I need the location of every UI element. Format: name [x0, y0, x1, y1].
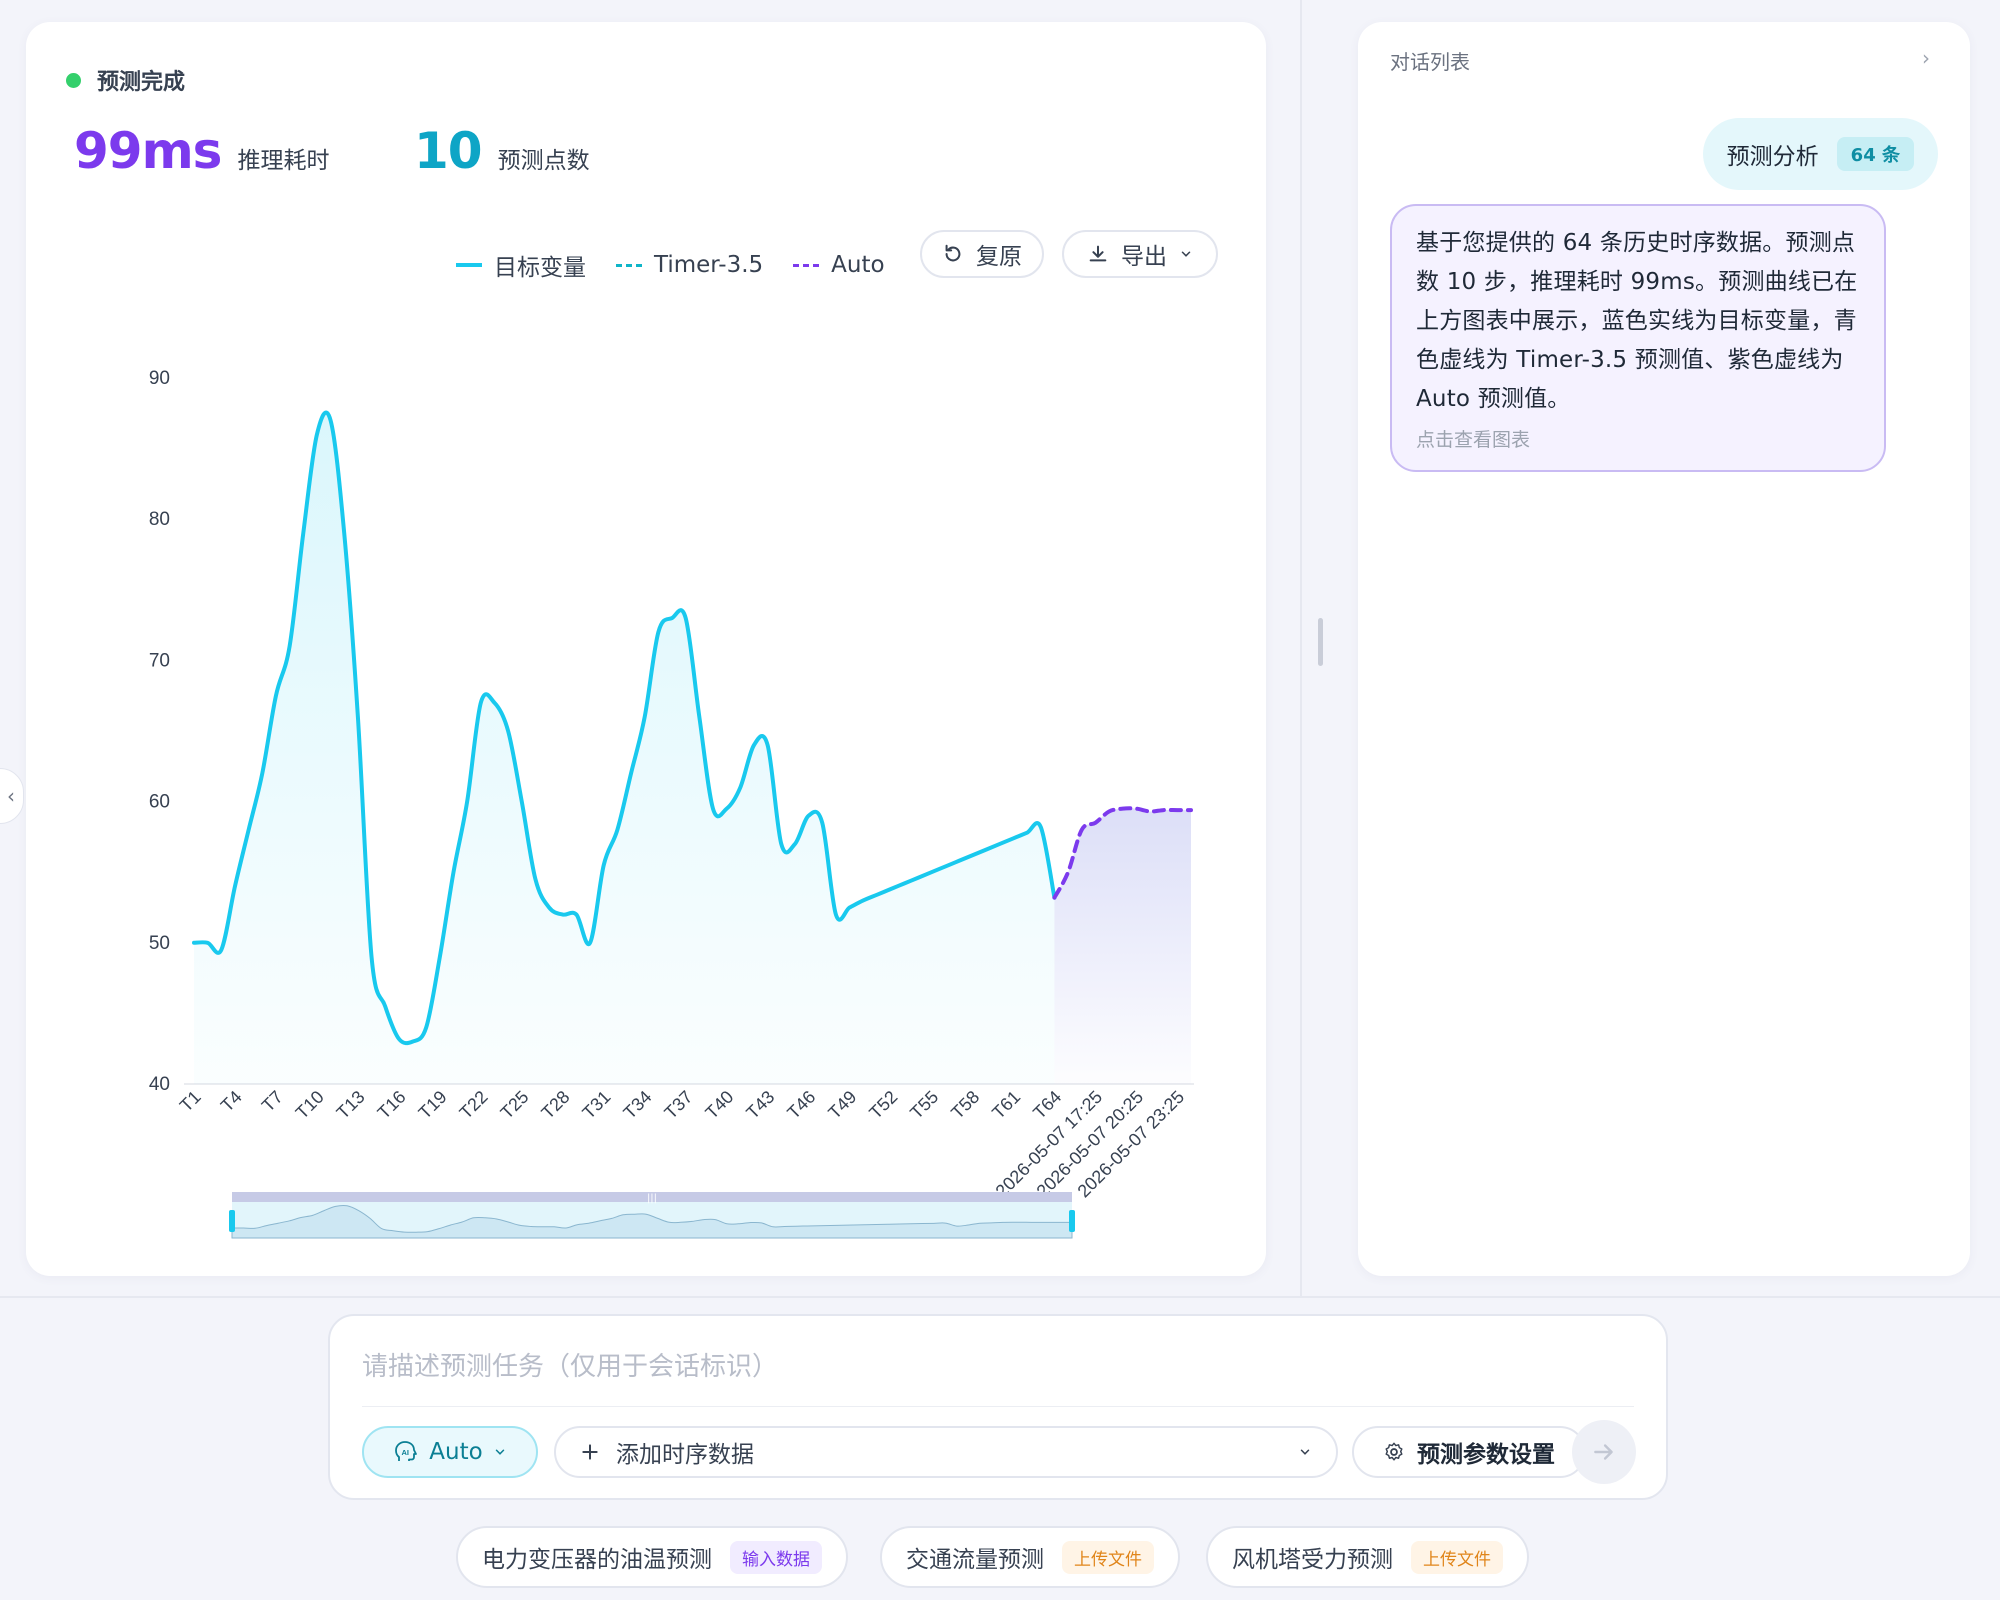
arrow-right-icon [1594, 1444, 1613, 1460]
x-tick-label: T46 [783, 1087, 819, 1123]
slider-handle-left[interactable] [229, 1210, 235, 1232]
conversation-list-title: 对话列表 [1390, 50, 1470, 74]
x-tick-label: T58 [947, 1087, 983, 1123]
x-tick-label: T10 [292, 1087, 328, 1123]
suggestion-chip-traffic[interactable]: 交通流量预测 上传文件 [880, 1526, 1180, 1588]
task-input[interactable]: 请描述预测任务（仅用于会话标识） [362, 1346, 778, 1383]
x-tick-label: T49 [824, 1087, 860, 1123]
x-tick-label: T4 [217, 1087, 246, 1116]
suggestion-tag: 上传文件 [1062, 1540, 1154, 1574]
x-tick-label: T52 [865, 1087, 901, 1123]
x-tick-label: T34 [619, 1087, 655, 1123]
chevron-down-icon [1300, 1449, 1310, 1455]
slider-grip-icon: ||| [647, 1193, 657, 1204]
composer: 请描述预测任务（仅用于会话标识） AI Auto 添加时序数据 预测参数设置 [328, 1314, 1668, 1500]
chevron-left-icon: ‹ [7, 784, 15, 808]
x-tick-label: T31 [578, 1087, 614, 1123]
x-axis: T1 T4 T7 T10 T13 T16 T19 T22 T25 T28 T31 T34 T37 T40 T… [176, 1087, 1188, 1202]
ai-head-icon: AI [395, 1441, 418, 1461]
add-timeseries-dropdown[interactable]: 添加时序数据 [554, 1426, 1338, 1478]
suggestion-label: 电力变压器的油温预测 [482, 1547, 712, 1573]
suggestion-chip-wind-tower[interactable]: 风机塔受力预测 上传文件 [1206, 1526, 1529, 1588]
suggestion-chip-transformer[interactable]: 电力变压器的油温预测 输入数据 [456, 1526, 848, 1588]
x-tick-label: T16 [374, 1087, 410, 1123]
x-tick-label: T40 [701, 1087, 737, 1123]
plot-area [192, 410, 1193, 1085]
chevron-right-icon[interactable]: › [1922, 46, 1930, 70]
y-tick-label: 50 [149, 933, 170, 954]
ai-message-text: 基于您提供的 64 条历史时序数据。预测点数 10 步，推理耗时 99ms。预测… [1416, 230, 1858, 412]
svg-text:AI: AI [402, 1448, 410, 1457]
x-tick-label: T7 [258, 1087, 287, 1116]
data-count-badge: 64 条 [1836, 137, 1914, 171]
target-area [194, 412, 1055, 1085]
x-tick-label: T55 [906, 1087, 942, 1123]
conversation-panel: 对话列表 › 预测分析 64 条 基于您提供的 64 条历史时序数据。预测点数 … [1358, 22, 1970, 1276]
y-tick-label: 80 [149, 509, 170, 530]
suggestion-label: 交通流量预测 [906, 1547, 1044, 1573]
user-message: 预测分析 64 条 [1702, 118, 1938, 190]
x-tick-label: T37 [660, 1087, 696, 1123]
params-label: 预测参数设置 [1417, 1442, 1555, 1468]
x-tick-label: T61 [988, 1087, 1024, 1123]
panel-divider [1300, 0, 1302, 1296]
x-tick-label: T64 [1029, 1087, 1065, 1123]
resize-handle[interactable] [1318, 618, 1323, 666]
y-tick-label: 60 [149, 792, 170, 813]
composer-separator [362, 1406, 1634, 1407]
model-label: Auto [429, 1439, 483, 1465]
add-data-label: 添加时序数据 [616, 1442, 754, 1468]
ai-message[interactable]: 基于您提供的 64 条历史时序数据。预测点数 10 步，推理耗时 99ms。预测… [1390, 204, 1886, 472]
suggestion-tag: 输入数据 [730, 1540, 822, 1574]
x-tick-label: T25 [497, 1087, 533, 1123]
model-select[interactable]: AI Auto [362, 1426, 538, 1478]
x-tick-label: T1 [176, 1087, 205, 1116]
y-tick-label: 90 [149, 368, 170, 389]
forecast-params-button[interactable]: 预测参数设置 [1352, 1426, 1586, 1478]
plus-icon [582, 1444, 598, 1460]
slider-handle-right[interactable] [1069, 1210, 1075, 1232]
x-tick-label: T22 [456, 1087, 492, 1123]
x-tick-label: T13 [333, 1087, 369, 1123]
y-tick-label: 40 [149, 1074, 170, 1095]
chevron-down-icon [495, 1449, 504, 1455]
forecast-panel: 预测完成 99ms 推理耗时 10 预测点数 目标变量 Timer-3.5 Au… [26, 22, 1266, 1276]
bottom-divider [0, 1296, 2000, 1298]
suggestion-tag: 上传文件 [1411, 1540, 1503, 1574]
user-message-text: 预测分析 [1726, 144, 1819, 170]
y-tick-label: 70 [149, 650, 170, 671]
range-slider[interactable]: ||| [229, 1192, 1075, 1239]
forecast-chart: 40 50 60 70 80 90 T1 T4 T7 T10 T13 T16 T19 T22 T25 T28… [149, 368, 1194, 1239]
x-tick-label: T28 [537, 1087, 573, 1123]
send-button[interactable] [1572, 1420, 1636, 1484]
collapse-left-tab[interactable]: ‹ [0, 768, 24, 824]
x-tick-label: T19 [415, 1087, 451, 1123]
gear-icon [1385, 1442, 1403, 1461]
view-chart-link[interactable]: 点击查看图表 [1416, 425, 1860, 452]
suggestion-label: 风机塔受力预测 [1232, 1547, 1393, 1573]
x-tick-label: T43 [742, 1087, 778, 1123]
